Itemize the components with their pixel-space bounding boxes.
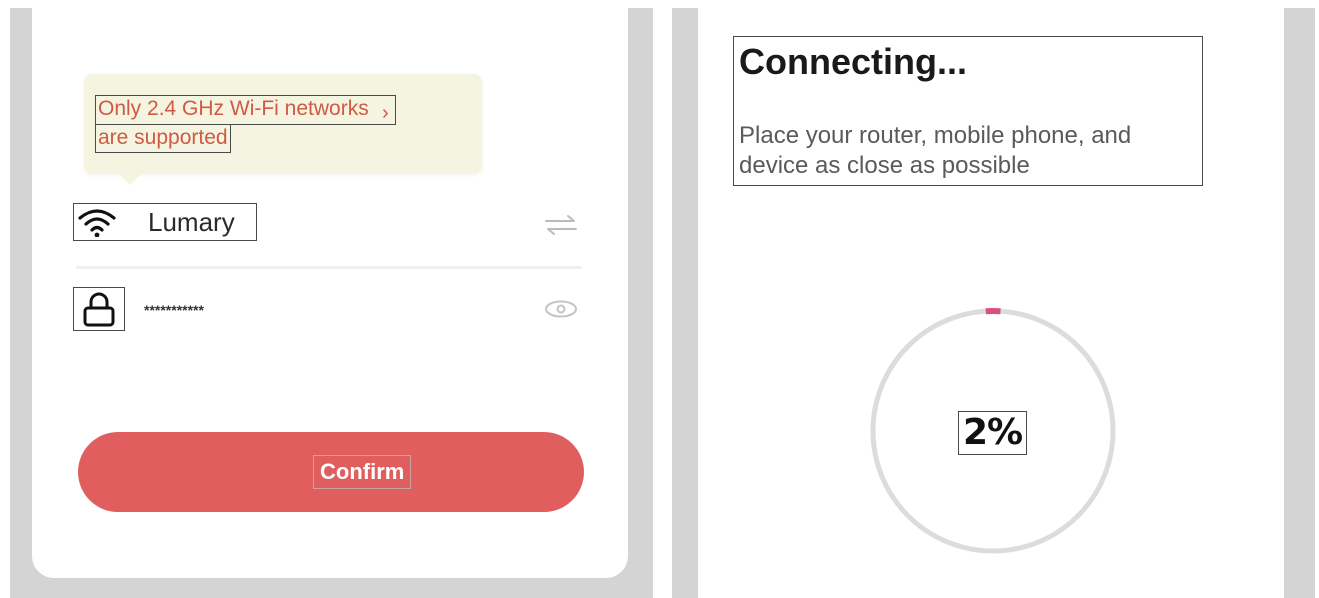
- wifi-setup-screen: Only 2.4 GHz Wi-Fi networks › are suppor…: [10, 8, 653, 598]
- chevron-right-icon[interactable]: ›: [382, 100, 389, 126]
- lock-icon: [73, 287, 125, 331]
- network-tip-bubble[interactable]: Only 2.4 GHz Wi-Fi networks › are suppor…: [84, 74, 482, 185]
- connecting-card: Connecting... Place your router, mobile …: [698, 8, 1284, 598]
- eye-icon[interactable]: [544, 298, 578, 325]
- field-divider: [76, 266, 582, 269]
- wifi-setup-card: Only 2.4 GHz Wi-Fi networks › are suppor…: [32, 8, 628, 578]
- switch-network-icon[interactable]: [544, 214, 578, 241]
- password-input[interactable]: ***********: [144, 302, 204, 318]
- connecting-subtitle: Place your router, mobile phone, and dev…: [739, 122, 1132, 179]
- connecting-title: Connecting...: [739, 41, 967, 82]
- progress-percent: 2%: [957, 411, 1028, 455]
- connecting-screen: Connecting... Place your router, mobile …: [672, 8, 1315, 598]
- confirm-button-label: Confirm: [312, 455, 412, 489]
- tip-bubble-tail: [118, 173, 142, 185]
- network-name: Lumary: [148, 206, 235, 237]
- wifi-icon: [74, 205, 120, 239]
- confirm-button[interactable]: Confirm: [78, 432, 584, 512]
- tip-line-2: are supported: [95, 124, 231, 153]
- tip-line-1: Only 2.4 GHz Wi-Fi networks ›: [95, 95, 396, 126]
- connecting-text-box: Connecting... Place your router, mobile …: [733, 36, 1203, 186]
- network-name-row[interactable]: Lumary: [73, 203, 257, 241]
